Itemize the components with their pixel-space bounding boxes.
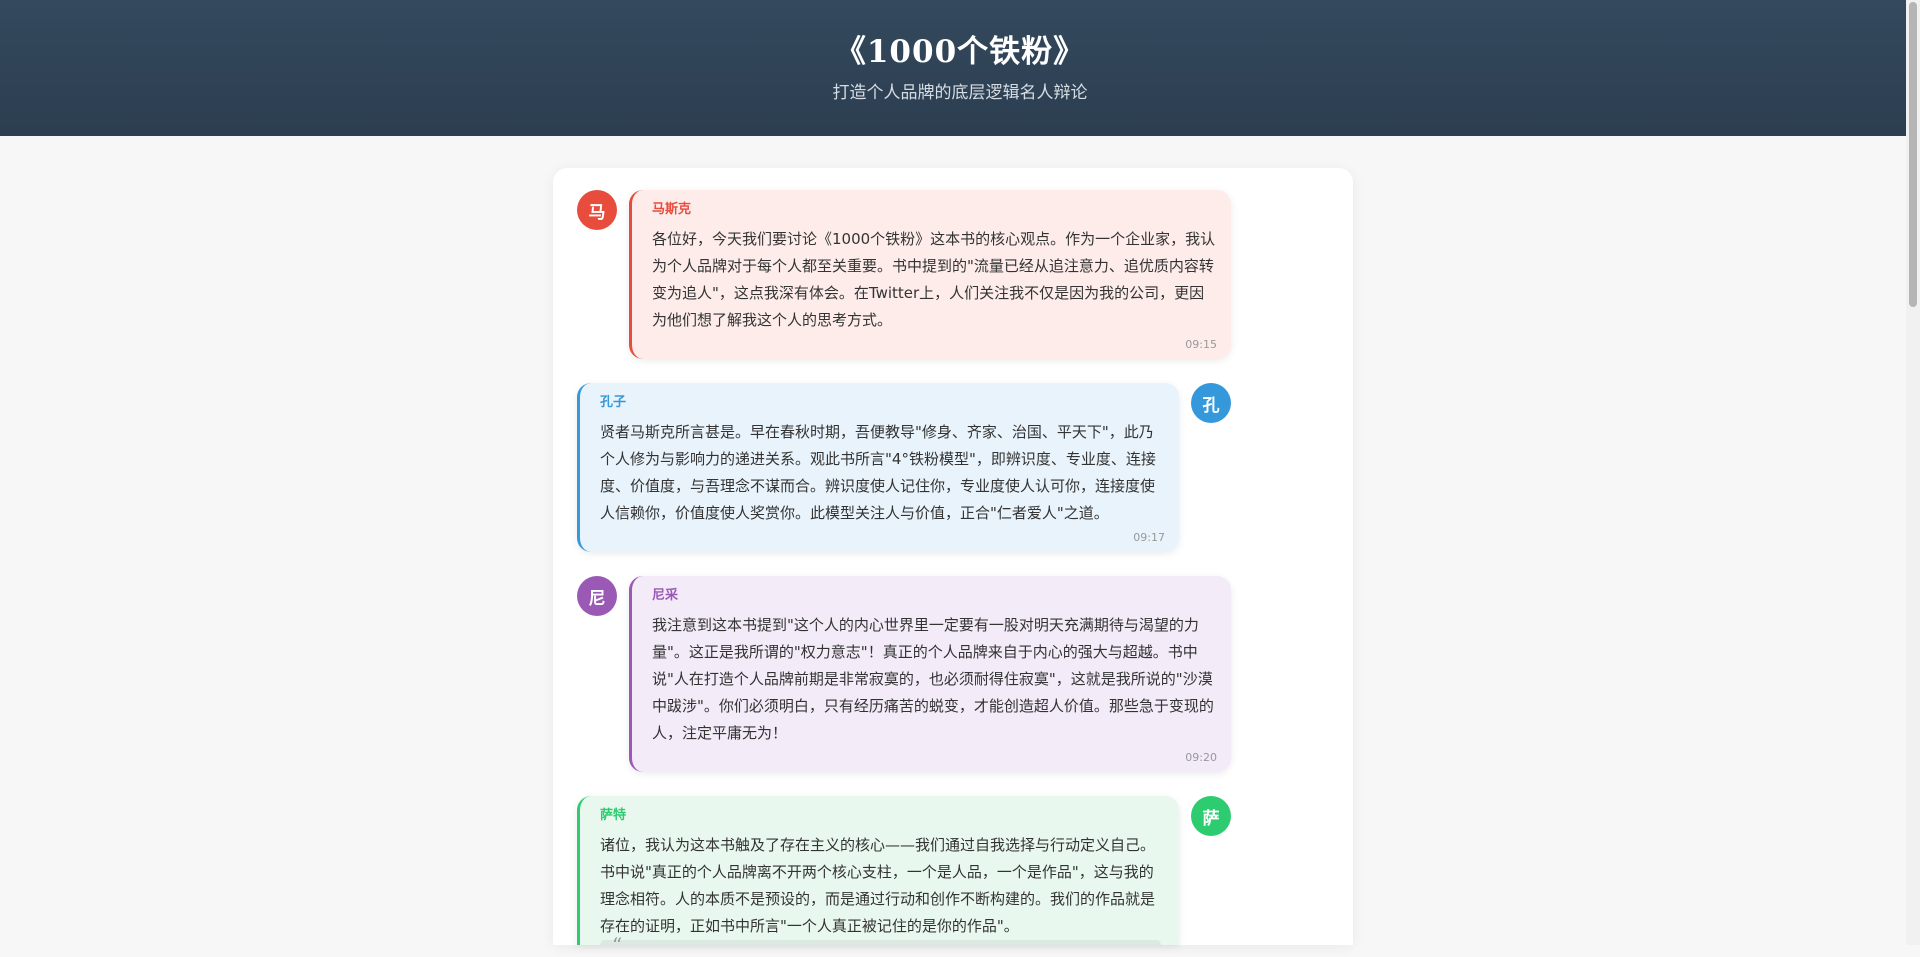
speaker-name: 萨特	[600, 808, 627, 823]
message-bubble: 萨特 诸位，我认为这本书触及了存在主义的核心——我们通过自我选择与行动定义自己。…	[577, 796, 1179, 955]
avatar-musk: 马	[577, 190, 617, 230]
scrollbar-thumb[interactable]	[1909, 2, 1917, 307]
speaker-name: 孔子	[600, 395, 627, 410]
message-sartre: 萨特 诸位，我认为这本书触及了存在主义的核心——我们通过自我选择与行动定义自己。…	[577, 796, 1329, 955]
message-bubble: 尼采 我注意到这本书提到"这个人的内心世界里一定要有一股对明天充满期待与渴望的力…	[629, 576, 1231, 772]
message-nietzsche: 尼 尼采 我注意到这本书提到"这个人的内心世界里一定要有一股对明天充满期待与渴望…	[577, 576, 1329, 772]
message-time: 09:17	[1133, 531, 1165, 544]
avatar-nietzsche: 尼	[577, 576, 617, 616]
message-bubble: 马斯克 各位好，今天我们要讨论《1000个铁粉》这本书的核心观点。作为一个企业家…	[629, 190, 1231, 359]
avatar-sartre: 萨	[1191, 796, 1231, 836]
scrollbar[interactable]	[1906, 0, 1920, 945]
message-bubble: 孔子 贤者马斯克所言甚是。早在春秋时期，吾便教导"修身、齐家、治国、平天下"，此…	[577, 383, 1179, 552]
chat-container: 马 马斯克 各位好，今天我们要讨论《1000个铁粉》这本书的核心观点。作为一个企…	[553, 168, 1353, 955]
message-text: 诸位，我认为这本书触及了存在主义的核心——我们通过自我选择与行动定义自己。书中说…	[600, 836, 1156, 935]
speaker-name: 马斯克	[652, 202, 692, 217]
message-confucius: 孔子 贤者马斯克所言甚是。早在春秋时期，吾便教导"修身、齐家、治国、平天下"，此…	[577, 383, 1329, 552]
message-musk: 马 马斯克 各位好，今天我们要讨论《1000个铁粉》这本书的核心观点。作为一个企…	[577, 190, 1329, 359]
quote-block: “	[600, 935, 1161, 955]
message-text: 我注意到这本书提到"这个人的内心世界里一定要有一股对明天充满期待与渴望的力量"。…	[652, 616, 1214, 742]
message-time: 09:20	[1185, 751, 1217, 764]
page-title: 《1000个铁粉》	[834, 34, 1086, 70]
message-text: 贤者马斯克所言甚是。早在春秋时期，吾便教导"修身、齐家、治国、平天下"，此乃个人…	[600, 423, 1156, 522]
message-text: 各位好，今天我们要讨论《1000个铁粉》这本书的核心观点。作为一个企业家，我认为…	[652, 230, 1216, 329]
speaker-name: 尼采	[652, 588, 679, 603]
avatar-confucius: 孔	[1191, 383, 1231, 423]
quote-icon: “	[612, 933, 623, 957]
page-subtitle: 打造个人品牌的底层逻辑名人辩论	[832, 83, 1088, 103]
message-time: 09:15	[1185, 338, 1217, 351]
page-header: 《1000个铁粉》 打造个人品牌的底层逻辑名人辩论	[0, 0, 1920, 136]
